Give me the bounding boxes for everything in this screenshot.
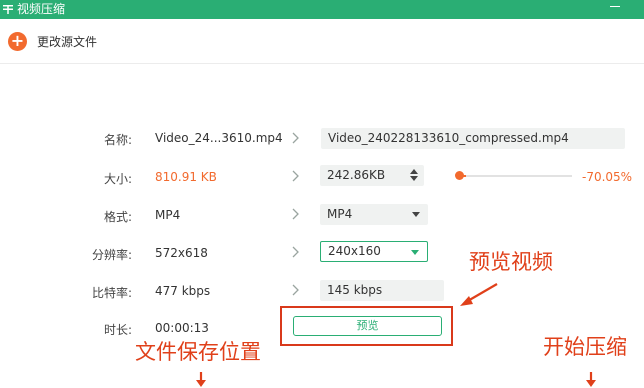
start-compress-callout: 开始压缩 (543, 335, 627, 359)
arrow-down-icon (196, 372, 206, 387)
preview-video-callout: 预览视频 (469, 250, 553, 274)
arrow-icon (460, 283, 498, 306)
arrow-down-icon (586, 372, 596, 387)
save-location-callout: 文件保存位置 (135, 340, 261, 364)
annotation-arrows (196, 283, 596, 387)
